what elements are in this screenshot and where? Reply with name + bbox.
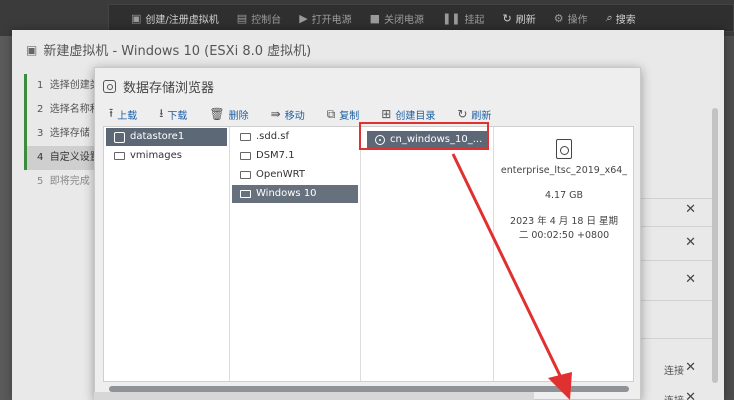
file-date: 2023 年 4 月 18 日 星期 二 00:02:50 +0800 (510, 216, 618, 241)
pause-icon: ❚❚ (442, 11, 461, 25)
selected-path-bar (94, 392, 534, 400)
datastore-column: datastore1 vmimages (104, 127, 230, 381)
divider (640, 226, 712, 227)
console-icon: ▤ (236, 11, 248, 25)
upload-button[interactable]: ⭱ 上载 (109, 104, 137, 125)
connect-label: 连接 (664, 392, 684, 400)
folder-item[interactable]: .sdd.sf (232, 128, 358, 146)
highlight-box (359, 122, 489, 150)
file-columns: datastore1 vmimages .sdd.sf DSM7.1 OpenW… (103, 126, 634, 382)
download-icon: ⭳ (159, 105, 164, 120)
browser-title: 数据存储浏览器 (103, 77, 214, 96)
action-bar: ▣ 创建/注册虚拟机 ▤ 控制台 ▶ 打开电源 ■ 关闭电源 ❚❚ 挂起 ↻ 刷新 ⚙ 操作 … (108, 4, 734, 32)
actions-button[interactable]: ⚙ 操作 (554, 11, 588, 26)
search-button[interactable]: ⌕ 搜索 (606, 11, 636, 26)
datastore-browser-icon (103, 80, 116, 93)
power-on-button[interactable]: ▶ 打开电源 (299, 11, 351, 26)
details-column: enterprise_ltsc_2019_x64_ 4.17 GB 2023 年… (494, 127, 634, 381)
move-button[interactable]: ⇛ 移动 (271, 107, 305, 122)
folder-item[interactable]: OpenWRT (232, 166, 358, 184)
host-sidebar (0, 36, 12, 400)
create-register-vm-button[interactable]: ▣ 创建/注册虚拟机 (131, 11, 219, 26)
datastore-item[interactable]: datastore1 (106, 128, 227, 146)
refresh-button[interactable]: ↻ 刷新 (503, 11, 536, 26)
refresh-icon: ↻ (502, 11, 512, 25)
iso-file-icon (556, 139, 572, 159)
copy-button[interactable]: ⧉ 复制 (327, 107, 360, 122)
move-icon: ⇛ (270, 107, 281, 121)
remove-device-icon[interactable]: ✕ (685, 390, 696, 400)
remove-device-icon[interactable]: ✕ (685, 235, 696, 250)
folder-icon (240, 190, 251, 198)
file-details: enterprise_ltsc_2019_x64_ 4.17 GB 2023 年… (494, 135, 634, 243)
wizard-device-list: ✕ ✕ ✕ 连接 ✕ 连接 ✕ (640, 90, 712, 400)
remove-device-icon[interactable]: ✕ (685, 202, 696, 217)
folder-column: .sdd.sf DSM7.1 OpenWRT Windows 10 (230, 127, 361, 381)
create-directory-button[interactable]: ⊞ 创建目录 (381, 107, 435, 122)
folder-icon (114, 152, 125, 160)
power-off-icon: ■ (369, 11, 381, 25)
remove-device-icon[interactable]: ✕ (685, 272, 696, 287)
divider (640, 300, 712, 301)
power-on-icon: ▶ (299, 11, 308, 25)
delete-button[interactable]: 🗑 删除 (209, 107, 248, 122)
vm-icon: ▣ (26, 42, 38, 57)
file-column: cn_windows_10_... (361, 127, 494, 381)
file-size: 4.17 GB (544, 190, 584, 201)
folder-item[interactable]: DSM7.1 (232, 147, 358, 165)
datastore-item[interactable]: vmimages (106, 147, 227, 165)
search-icon: ⌕ (605, 11, 612, 24)
trash-icon: 🗑 (209, 107, 225, 121)
folder-item-selected[interactable]: Windows 10 (232, 185, 358, 203)
file-name: enterprise_ltsc_2019_x64_ (500, 165, 628, 176)
suspend-button[interactable]: ❚❚ 挂起 (442, 11, 484, 26)
datastore-icon (114, 131, 125, 143)
folder-icon (240, 171, 251, 179)
power-off-button[interactable]: ■ 关闭电源 (370, 11, 424, 26)
remove-device-icon[interactable]: ✕ (685, 360, 696, 375)
wizard-scrollbar[interactable] (712, 108, 718, 383)
create-icon: ▣ (131, 11, 142, 25)
browser-refresh-button[interactable]: ↻ 刷新 (457, 107, 491, 122)
wizard-title: ▣ 新建虚拟机 - Windows 10 (ESXi 8.0 虚拟机) (26, 42, 312, 60)
gear-icon: ⚙ (553, 11, 564, 25)
divider (640, 198, 712, 199)
folder-icon (240, 133, 251, 141)
upload-icon: ⭱ (109, 105, 114, 120)
new-folder-icon: ⊞ (381, 107, 392, 121)
console-button[interactable]: ▤ 控制台 (237, 11, 281, 26)
datastore-browser-dialog: 数据存储浏览器 ⭱ 上载 ⭳ 下载 🗑 删除 ⇛ 移动 ⧉ 复制 ⊞ 创建目录 ↻ 刷新 da… (94, 67, 641, 400)
divider (640, 338, 712, 339)
download-button[interactable]: ⭳ 下载 (159, 104, 187, 125)
refresh-icon: ↻ (457, 107, 468, 121)
folder-icon (240, 152, 251, 160)
divider (640, 260, 712, 261)
connect-label: 连接 (664, 366, 684, 377)
copy-icon: ⧉ (326, 106, 336, 121)
